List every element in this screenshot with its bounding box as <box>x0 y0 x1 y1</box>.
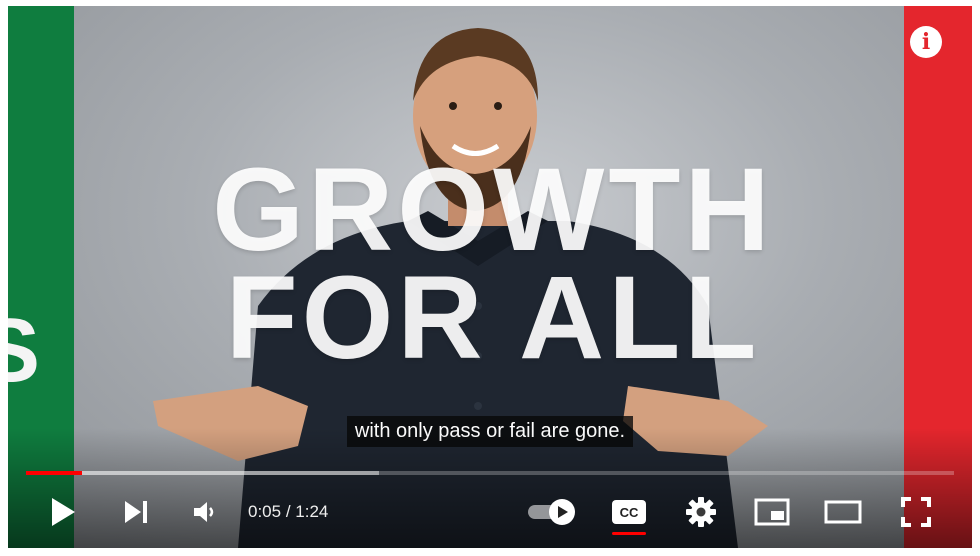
time-separator: / <box>281 502 296 521</box>
next-icon <box>125 501 147 523</box>
fullscreen-icon <box>901 497 931 527</box>
play-icon <box>52 498 75 526</box>
headline-line-2: FOR ALL <box>225 252 761 384</box>
next-button[interactable] <box>116 484 156 540</box>
volume-button[interactable] <box>184 484 224 540</box>
video-player[interactable]: S GROWTH FOR ALL i with only <box>8 6 972 548</box>
fullscreen-button[interactable] <box>894 484 938 540</box>
video-headline: GROWTH FOR ALL <box>168 144 818 384</box>
settings-button[interactable] <box>680 484 722 540</box>
theater-icon <box>824 500 862 524</box>
captions-active-indicator <box>612 532 646 535</box>
autoplay-toggle[interactable] <box>524 484 580 540</box>
cc-icon: CC <box>612 500 646 524</box>
play-button[interactable] <box>44 484 82 540</box>
duration: 1:24 <box>295 502 329 521</box>
info-label: i <box>921 29 931 55</box>
info-icon[interactable]: i <box>910 26 942 58</box>
settings-icon <box>686 497 716 527</box>
time-display: 0:05 / 1:24 <box>248 484 328 540</box>
svg-text:CC: CC <box>620 505 639 520</box>
progress-bar[interactable] <box>26 471 954 475</box>
progress-played <box>26 471 82 475</box>
miniplayer-icon <box>754 498 790 526</box>
volume-icon <box>194 502 214 522</box>
autoplay-toggle-icon <box>528 499 575 525</box>
headline-line-1: GROWTH <box>212 144 774 276</box>
theater-mode-button[interactable] <box>820 484 866 540</box>
current-time: 0:05 <box>248 502 282 521</box>
miniplayer-button[interactable] <box>750 484 794 540</box>
control-bar: 0:05 / 1:24 CC <box>8 484 972 540</box>
